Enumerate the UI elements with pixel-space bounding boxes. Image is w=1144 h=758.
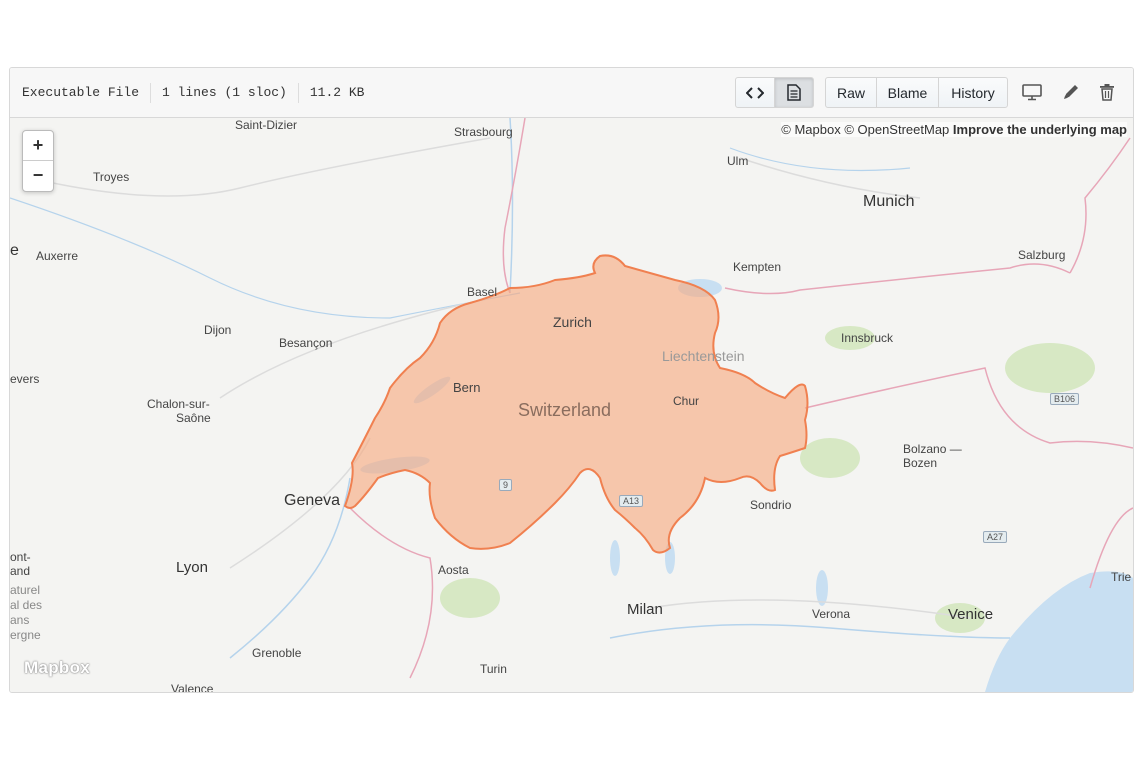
label-bolzano-1: Bolzano —: [903, 442, 962, 456]
label-venice: Venice: [948, 606, 994, 623]
map-attribution: © Mapbox © OpenStreetMap Improve the und…: [781, 122, 1127, 137]
label-innsbruck: Innsbruck: [841, 331, 894, 345]
label-trieste: Trie: [1111, 570, 1132, 584]
park-area: [440, 578, 500, 618]
label-valence: Valence: [171, 682, 214, 692]
country-border: [1069, 137, 1131, 274]
file-info: Executable File 1 lines (1 sloc) 11.2 KB: [22, 68, 364, 117]
code-icon: [746, 86, 764, 99]
label-parc-2: al des: [10, 598, 43, 612]
label-edge: e: [10, 242, 19, 259]
file-mode: Executable File: [22, 85, 140, 100]
divider: [297, 82, 299, 103]
label-mont-2: and: [10, 564, 31, 578]
river: [729, 147, 911, 172]
map-view[interactable]: + − © Mapbox © OpenStreetMap Improve the…: [10, 118, 1133, 692]
road: [649, 599, 971, 619]
label-besancon: Besançon: [279, 336, 333, 350]
label-parc-4: ergne: [10, 628, 41, 642]
label-verona: Verona: [812, 607, 851, 621]
label-turin: Turin: [480, 662, 507, 676]
label-dijon: Dijon: [204, 323, 232, 337]
label-mont-1: ont-: [10, 550, 31, 564]
road: [739, 157, 921, 199]
road-shield-b106: B106: [1050, 393, 1080, 405]
adriatic-sea: [985, 571, 1133, 692]
country-border: [502, 118, 526, 294]
display-rendered-button[interactable]: [774, 77, 814, 108]
divider: [150, 82, 152, 103]
label-liechtenstein: Liechtenstein: [662, 348, 745, 364]
lake-garda: [816, 570, 828, 606]
open-desktop-button[interactable]: [1021, 81, 1043, 103]
label-ulm: Ulm: [727, 154, 749, 168]
road: [29, 137, 491, 197]
file-render-icon: [787, 84, 801, 101]
raw-button[interactable]: Raw: [825, 77, 877, 108]
label-zurich: Zurich: [553, 314, 592, 330]
label-parc-1: aturel: [10, 583, 41, 597]
file-size: 11.2 KB: [309, 85, 365, 100]
edit-file-button[interactable]: [1060, 81, 1082, 103]
label-parc-3: ans: [10, 613, 30, 627]
blame-button[interactable]: Blame: [876, 77, 939, 108]
park-area: [1005, 343, 1095, 393]
road-shield-a13: A13: [619, 495, 644, 507]
label-bern: Bern: [453, 380, 481, 395]
file-lines: 1 lines (1 sloc): [162, 85, 287, 100]
history-button[interactable]: History: [938, 77, 1008, 108]
label-troyes: Troyes: [93, 170, 130, 184]
road-shield-a27: A27: [983, 531, 1008, 543]
label-basel: Basel: [467, 285, 498, 299]
label-nevers: evers: [10, 372, 40, 386]
label-grenoble: Grenoble: [252, 646, 302, 660]
label-salzburg: Salzburg: [1018, 248, 1066, 262]
label-switzerland: Switzerland: [518, 400, 612, 420]
zoom-control: + −: [22, 130, 54, 192]
file-box: Executable File 1 lines (1 sloc) 11.2 KB…: [9, 67, 1134, 693]
label-munich: Munich: [863, 193, 915, 210]
lake-maggiore: [610, 540, 620, 576]
label-auxerre: Auxerre: [36, 249, 79, 263]
road-shield-9: 9: [499, 479, 513, 491]
country-border: [349, 507, 434, 679]
label-bolzano-2: Bozen: [903, 456, 938, 470]
label-chalon-1: Chalon-sur-: [147, 397, 210, 411]
mapbox-logo[interactable]: Mapbox: [24, 658, 90, 678]
attribution-text: © Mapbox © OpenStreetMap: [781, 122, 953, 137]
label-kempten: Kempten: [733, 260, 782, 274]
pencil-icon: [1064, 85, 1078, 99]
label-lyon: Lyon: [176, 559, 208, 576]
delete-file-button[interactable]: [1096, 81, 1118, 103]
trash-icon: [1100, 84, 1114, 101]
label-milan: Milan: [627, 601, 663, 618]
zoom-out-button[interactable]: −: [23, 161, 53, 190]
label-chalon-2: Saône: [176, 411, 211, 425]
label-sondrio: Sondrio: [750, 498, 792, 512]
label-aosta: Aosta: [438, 563, 469, 577]
river: [509, 118, 514, 294]
improve-map-link[interactable]: Improve the underlying map: [953, 122, 1127, 137]
park-area: [800, 438, 860, 478]
display-source-button[interactable]: [735, 77, 775, 108]
desktop-icon: [1022, 83, 1042, 100]
label-chur: Chur: [673, 394, 700, 408]
river: [10, 197, 521, 319]
label-saint-dizier: Saint-Dizier: [235, 118, 298, 132]
label-strasbourg: Strasbourg: [454, 125, 513, 139]
zoom-in-button[interactable]: +: [23, 131, 53, 161]
label-geneva: Geneva: [284, 492, 341, 509]
file-header: Executable File 1 lines (1 sloc) 11.2 KB…: [10, 68, 1133, 118]
